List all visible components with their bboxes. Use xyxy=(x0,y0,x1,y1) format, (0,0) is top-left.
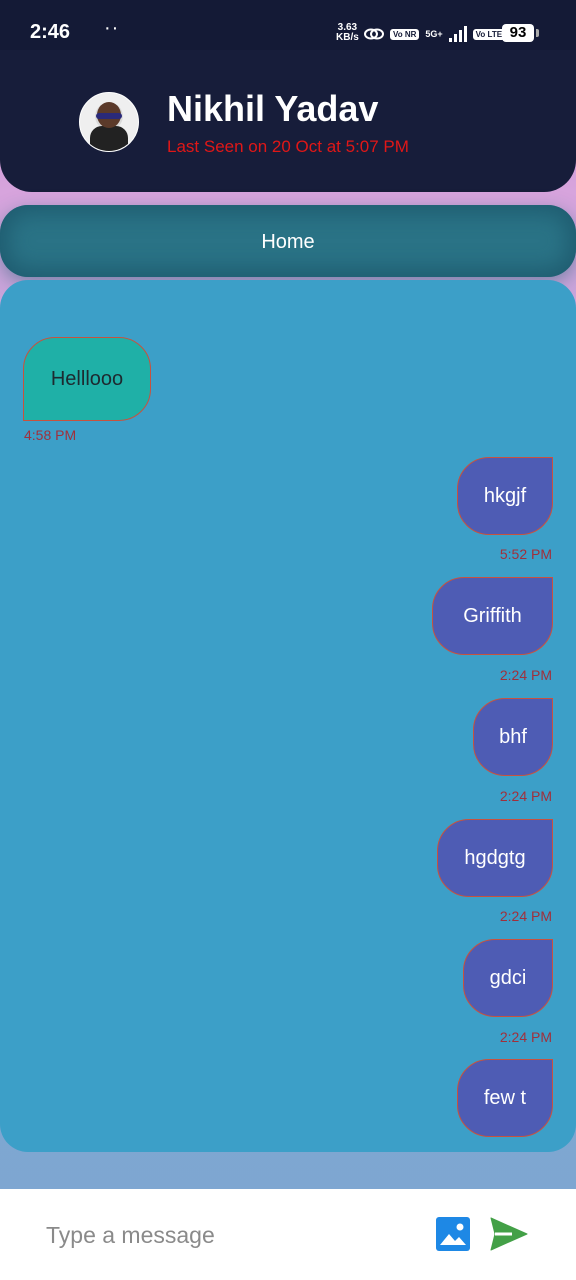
message-time: 2:24 PM xyxy=(499,908,552,924)
status-dots: ·· xyxy=(104,17,120,39)
battery-icon xyxy=(536,29,539,37)
message-time: 2:24 PM xyxy=(499,667,552,683)
last-seen-status: Last Seen on 20 Oct at 5:07 PM xyxy=(167,137,409,156)
message-bubble-outgoing[interactable]: bhf xyxy=(473,698,553,776)
signal-bars-icon xyxy=(448,26,467,42)
send-icon[interactable] xyxy=(490,1217,528,1251)
message-input[interactable] xyxy=(44,1217,408,1253)
chat-header: Nikhil Yadav Last Seen on 20 Oct at 5:07… xyxy=(0,50,576,192)
image-icon[interactable] xyxy=(436,1217,470,1251)
home-nav-label: Home xyxy=(261,231,315,253)
message-time: 2:24 PM xyxy=(499,788,552,804)
message-bubble-outgoing[interactable]: hkgjf xyxy=(457,457,553,535)
message-time: 4:58 PM xyxy=(24,427,77,443)
network-type-label: 5G+ xyxy=(425,29,443,39)
volte-lte-badge: Vo LTE xyxy=(472,28,506,40)
home-nav-button[interactable]: Home xyxy=(0,205,576,277)
message-bubble-outgoing[interactable]: Griffith xyxy=(432,577,553,655)
hotspot-link-icon xyxy=(364,28,384,40)
network-speed: 3.63 KB/s xyxy=(336,23,359,43)
message-bubble-outgoing[interactable]: few t xyxy=(457,1059,553,1137)
message-bubble-outgoing[interactable]: hgdgtg xyxy=(437,819,553,897)
avatar[interactable] xyxy=(79,92,139,152)
message-time: 5:52 PM xyxy=(499,546,552,562)
message-list[interactable]: Helllooo 4:58 PM hkgjf 5:52 PM Griffith … xyxy=(0,280,576,1152)
message-time: 2:24 PM xyxy=(499,1029,552,1045)
message-bubble-outgoing[interactable]: gdci xyxy=(463,939,553,1017)
status-time: 2:46 xyxy=(30,21,71,43)
network-speed-unit: KB/s xyxy=(336,32,359,43)
volte-nr-badge: Vo NR xyxy=(390,28,420,40)
message-composer xyxy=(0,1189,576,1280)
message-bubble-incoming[interactable]: Helllooo xyxy=(23,337,151,421)
contact-name[interactable]: Nikhil Yadav xyxy=(167,88,378,130)
battery-level: 93 xyxy=(502,24,534,42)
